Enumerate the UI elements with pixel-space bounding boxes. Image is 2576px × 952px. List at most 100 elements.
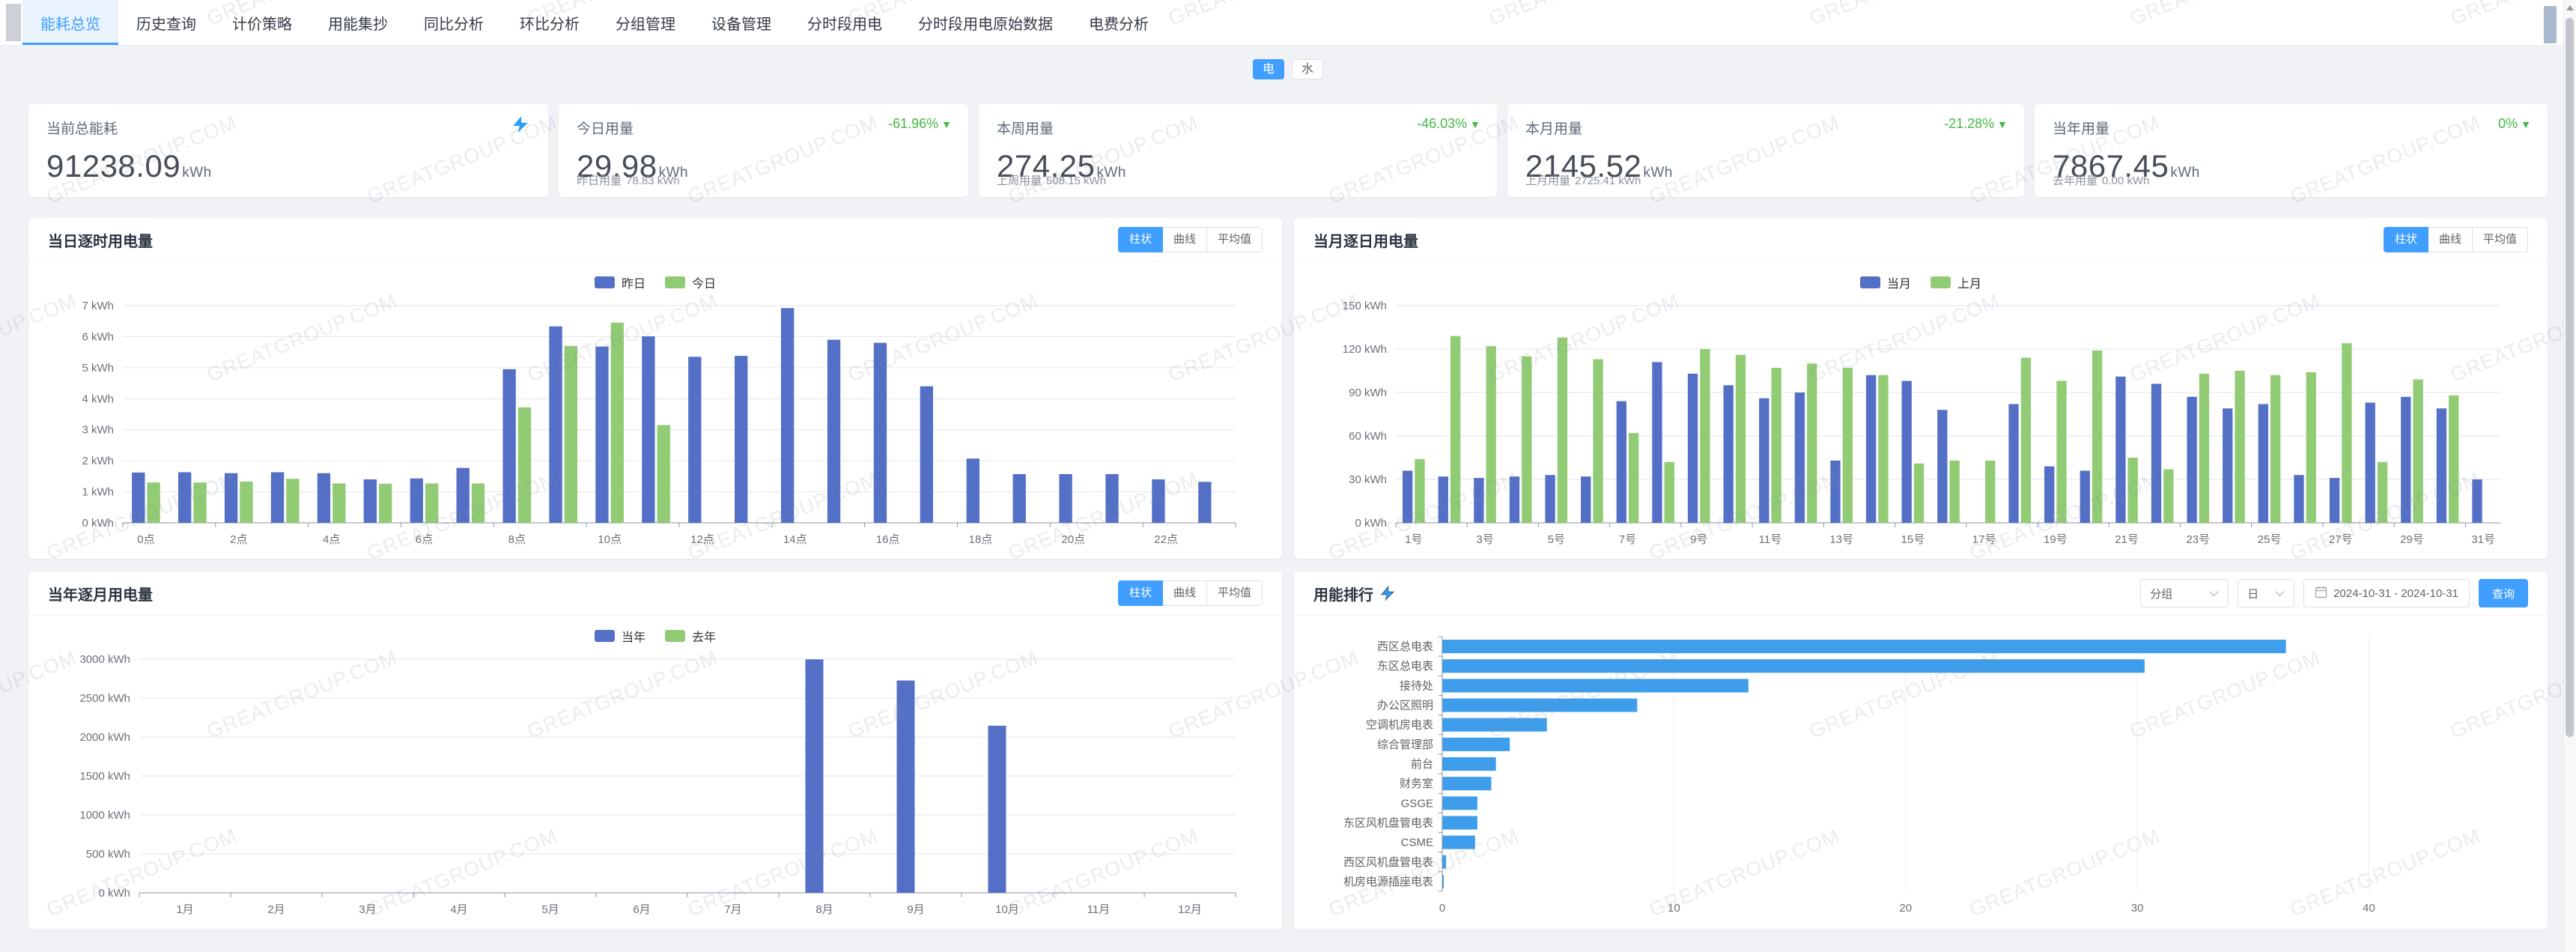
lightning-icon <box>1379 585 1396 601</box>
svg-text:4 kWh: 4 kWh <box>82 392 114 405</box>
bar <box>1985 461 1995 523</box>
view-curve-button[interactable]: 曲线 <box>1163 227 1207 252</box>
bar <box>2092 351 2102 523</box>
down-triangle-icon: ▼ <box>941 118 952 130</box>
bar <box>472 483 484 523</box>
bar <box>1759 398 1769 523</box>
bar <box>2413 380 2422 523</box>
nav-tab-5[interactable]: 环比分析 <box>502 0 598 45</box>
bar <box>2128 458 2138 523</box>
nav-tab-6[interactable]: 分组管理 <box>598 0 693 45</box>
ranking-bar <box>1443 738 1510 751</box>
view-curve-button[interactable]: 曲线 <box>2428 227 2473 252</box>
panel-header: 用能排行 分组 日 <box>1294 571 2548 616</box>
view-bar-button[interactable]: 柱状 <box>1118 580 1163 606</box>
view-average-button[interactable]: 平均值 <box>1207 580 1263 606</box>
svg-text:20: 20 <box>1899 902 1912 915</box>
bar <box>2472 479 2482 523</box>
ranking-bar <box>1443 816 1477 829</box>
legend-item-1[interactable]: 今日 <box>665 273 716 291</box>
stat-card-subtext: 昨日用量78.83 kWh <box>577 172 680 188</box>
bar <box>2044 467 2054 523</box>
period-select[interactable]: 日 <box>2238 579 2294 607</box>
delta-badge: 0%▼ <box>2498 116 2531 132</box>
view-average-button[interactable]: 平均值 <box>2473 227 2528 252</box>
legend-item-1[interactable]: 去年 <box>665 627 716 645</box>
nav-tab-2[interactable]: 计价策略 <box>214 0 310 45</box>
svg-text:2月: 2月 <box>267 903 285 916</box>
nav-left-handle[interactable] <box>6 4 21 41</box>
bar <box>1474 478 1483 523</box>
energy-type-toggle: 电 水 <box>28 46 2548 79</box>
legend-label: 今日 <box>692 273 716 291</box>
energy-type-water-button[interactable]: 水 <box>1292 59 1323 79</box>
date-range-input[interactable]: 2024-10-31 - 2024-10-31 <box>2303 579 2470 607</box>
bar <box>2270 375 2280 523</box>
nav-tab-4[interactable]: 同比分析 <box>406 0 502 45</box>
nav-tab-10[interactable]: 电费分析 <box>1071 0 1167 45</box>
nav-tab-7[interactable]: 设备管理 <box>693 0 789 45</box>
svg-text:3月: 3月 <box>359 903 376 916</box>
svg-text:18点: 18点 <box>969 533 993 546</box>
bar <box>1736 355 1746 523</box>
svg-text:2点: 2点 <box>230 533 247 546</box>
bar <box>1545 475 1555 523</box>
bar <box>827 340 840 523</box>
svg-text:60 kWh: 60 kWh <box>1349 430 1387 443</box>
view-bar-button[interactable]: 柱状 <box>1118 227 1163 252</box>
chevron-down-icon <box>2275 587 2285 600</box>
svg-text:接待处: 接待处 <box>1400 679 1433 692</box>
bar <box>225 473 237 523</box>
legend-swatch <box>595 276 615 288</box>
bar <box>318 473 330 523</box>
bar <box>2223 408 2232 523</box>
stat-card-total-energy: 当前总能耗 91238.09kWh <box>28 104 548 197</box>
bar <box>1439 476 1448 523</box>
bar <box>595 347 608 523</box>
stat-card-today: 今日用量 29.98kWh -61.96%▼ 昨日用量78.83 kWh <box>559 104 968 197</box>
legend-item-0[interactable]: 昨日 <box>595 273 645 291</box>
view-average-button[interactable]: 平均值 <box>1207 227 1263 252</box>
page-scrollbar[interactable] <box>2563 0 2576 952</box>
group-select[interactable]: 分组 <box>2140 579 2229 607</box>
view-curve-button[interactable]: 曲线 <box>1163 580 1207 606</box>
bar <box>364 479 377 523</box>
svg-text:0 kWh: 0 kWh <box>1355 517 1387 530</box>
panel-hourly-usage: 当日逐时用电量 柱状曲线平均值 昨日今日 0 kWh1 kWh2 kWh3 kW… <box>28 218 1282 559</box>
panel-daily-usage: 当月逐日用电量 柱状曲线平均值 当月上月 0 kWh30 kWh60 kWh90… <box>1294 218 2548 559</box>
legend-label: 当年 <box>622 627 645 645</box>
legend-item-0[interactable]: 当年 <box>595 627 645 645</box>
bar <box>193 482 206 523</box>
nav-tab-3[interactable]: 用能集抄 <box>310 0 406 45</box>
bar <box>1937 410 1947 523</box>
energy-type-electric-button[interactable]: 电 <box>1253 59 1284 79</box>
bar <box>425 483 438 523</box>
scrollbar-thumb[interactable] <box>2566 18 2574 737</box>
nav-tab-8[interactable]: 分时段用电 <box>789 0 900 45</box>
panel-title: 当月逐日用电量 <box>1313 229 1418 251</box>
svg-text:120 kWh: 120 kWh <box>1343 343 1387 356</box>
panel-header: 当日逐时用电量 柱状曲线平均值 <box>28 218 1282 262</box>
nav-tab-0[interactable]: 能耗总览 <box>22 0 118 45</box>
legend-item-1[interactable]: 上月 <box>1931 273 1981 291</box>
ranking-bar <box>1443 836 1475 849</box>
legend-item-0[interactable]: 当月 <box>1860 273 1911 291</box>
chart-area: 010203040西区总电表东区总电表接待处办公区照明空调机房电表综合管理部前台… <box>1294 616 2548 928</box>
nav-tab-1[interactable]: 历史查询 <box>118 0 214 45</box>
view-bar-button[interactable]: 柱状 <box>2384 227 2428 252</box>
stat-card-year: 当年用量 7867.45kWh 0%▼ 去年用量0.00 kWh <box>2035 104 2548 197</box>
bar <box>1198 482 1211 523</box>
bar <box>920 386 933 523</box>
bar <box>1510 476 1519 523</box>
ranking-filters: 分组 日 <box>2140 579 2528 607</box>
bar <box>2366 403 2375 523</box>
bar <box>1665 462 1674 523</box>
bar <box>1581 476 1591 523</box>
svg-text:6点: 6点 <box>416 533 433 546</box>
nav-tab-9[interactable]: 分时段用电原始数据 <box>900 0 1071 45</box>
bar <box>2330 478 2339 523</box>
bar <box>1771 368 1781 523</box>
query-button[interactable]: 查询 <box>2479 579 2528 607</box>
lightning-icon <box>511 115 530 134</box>
scrollbar-up-arrow[interactable] <box>2566 5 2574 10</box>
